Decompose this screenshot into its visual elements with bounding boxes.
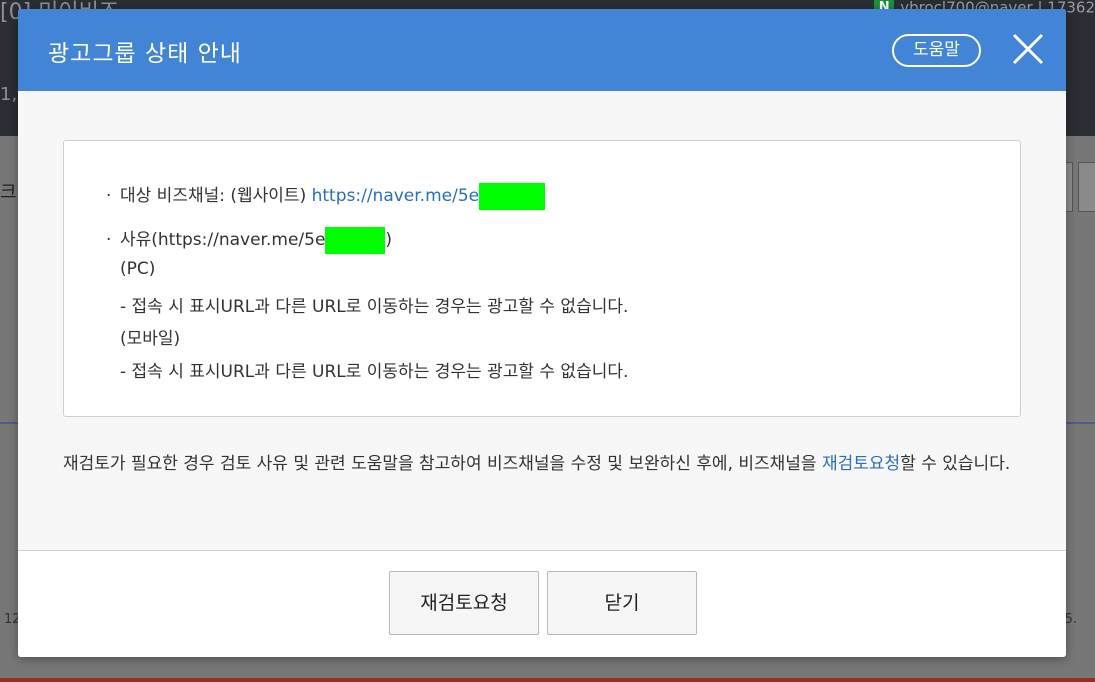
bullet: ·: [106, 186, 112, 206]
help-button[interactable]: 도움말: [892, 34, 981, 67]
adgroup-status-modal: 광고그룹 상태 안내 도움말 · 대상 비즈채널: (웹사이트) https://…: [18, 9, 1066, 657]
background-left-label: 크: [0, 182, 17, 203]
close-button[interactable]: 닫기: [547, 571, 697, 635]
modal-title: 광고그룹 상태 안내: [48, 41, 242, 67]
target-channel-label: 대상 비즈채널: (웹사이트): [120, 186, 312, 206]
review-notice: 재검토가 필요한 경우 검토 사유 및 관련 도움말을 참고하여 비즈채널을 수…: [63, 449, 1023, 479]
modal-footer: 재검토요청 닫기: [18, 551, 1066, 657]
background-box: [1078, 162, 1095, 212]
review-request-link[interactable]: 재검토요청: [822, 454, 900, 474]
mobile-label: (모바일): [120, 329, 181, 349]
notice-text: 재검토가 필요한 경우 검토 사유 및 관련 도움말을 참고하여 비즈채널을 수…: [63, 454, 822, 474]
redaction-mask: [479, 182, 546, 210]
close-icon[interactable]: [1008, 29, 1048, 69]
background-bottom-bar: [0, 678, 1095, 682]
background-number: 1,: [0, 84, 18, 105]
info-box: · 대상 비즈채널: (웹사이트) https://naver.me/5e · 사유…: [63, 140, 1021, 417]
mobile-text: - 접속 시 표시URL과 다른 URL로 이동하는 경우는 광고할 수 없습니…: [120, 362, 629, 382]
redaction-mask: [325, 226, 386, 254]
reason-line: · 사유(https://naver.me/5e): [106, 225, 392, 254]
review-request-button[interactable]: 재검토요청: [389, 571, 539, 635]
target-channel-url[interactable]: https://naver.me/5e: [312, 186, 480, 206]
pc-text: - 접속 시 표시URL과 다른 URL로 이동하는 경우는 광고할 수 없습니…: [120, 297, 629, 317]
target-channel-line: · 대상 비즈채널: (웹사이트) https://naver.me/5e: [106, 181, 546, 210]
reason-close: ): [385, 230, 393, 250]
background-row-number-right: 5.: [1064, 612, 1077, 627]
reason-label: 사유(https://naver.me/5e: [120, 230, 326, 250]
notice-text-end: 할 수 있습니다.: [900, 454, 1011, 474]
pc-label: (PC): [120, 259, 156, 279]
modal-header: 광고그룹 상태 안내 도움말: [18, 9, 1066, 91]
bullet: ·: [106, 230, 112, 250]
